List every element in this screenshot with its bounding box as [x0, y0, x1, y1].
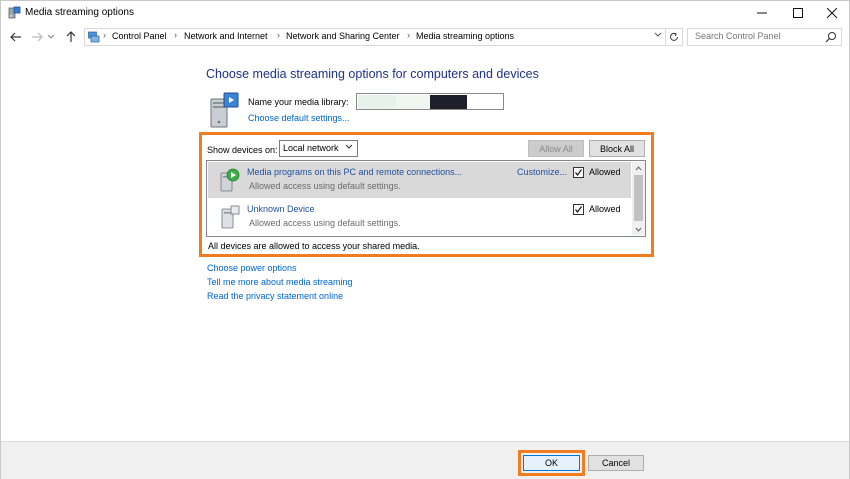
back-arrow-icon — [10, 32, 21, 42]
minimize-icon — [757, 12, 767, 14]
cancel-button[interactable]: Cancel — [588, 455, 644, 471]
allowed-label: Allowed — [589, 167, 621, 177]
allow-all-button[interactable]: Allow All — [528, 140, 584, 157]
device-status: Allowed access using default settings. — [249, 181, 401, 191]
breadcrumb-separator: › — [174, 30, 177, 40]
navigation-bar: › Control Panel › Network and Internet ›… — [1, 26, 849, 48]
title-bar: Media streaming options — [1, 1, 849, 25]
breadcrumb-separator: › — [103, 30, 106, 40]
refresh-icon — [670, 32, 678, 41]
chevron-up-icon — [635, 165, 642, 170]
devices-list: Media programs on this PC and remote con… — [206, 160, 646, 237]
address-dropdown-button[interactable] — [654, 30, 662, 40]
allowed-checkbox[interactable] — [573, 204, 584, 215]
checkmark-icon — [575, 169, 582, 176]
maximize-button[interactable] — [781, 1, 815, 25]
unknown-device-icon — [221, 205, 240, 229]
library-name-redaction — [430, 95, 467, 109]
device-name[interactable]: Unknown Device — [247, 204, 315, 214]
close-button[interactable] — [815, 1, 849, 25]
breadcrumb-media-streaming[interactable]: Media streaming options — [416, 31, 514, 41]
search-input[interactable]: Search Control Panel — [687, 28, 842, 46]
recent-locations-button[interactable] — [46, 29, 56, 45]
scroll-thumb[interactable] — [634, 175, 643, 221]
library-name-field[interactable] — [356, 93, 504, 110]
privacy-statement-link[interactable]: Read the privacy statement online — [207, 291, 343, 301]
chevron-down-icon — [47, 34, 55, 39]
library-name-label: Name your media library: — [248, 97, 349, 107]
forward-button[interactable] — [29, 29, 45, 45]
control-panel-icon — [88, 31, 100, 43]
ok-button[interactable]: OK — [523, 455, 580, 471]
breadcrumb-separator: › — [407, 30, 410, 40]
search-placeholder: Search Control Panel — [695, 31, 781, 41]
chevron-down-icon — [654, 32, 662, 37]
address-bar[interactable]: › Control Panel › Network and Internet ›… — [84, 28, 666, 46]
page-title: Choose media streaming options for compu… — [206, 67, 539, 81]
breadcrumb-separator: › — [277, 30, 280, 40]
show-devices-value: Local network — [283, 143, 339, 153]
list-item[interactable]: Media programs on this PC and remote con… — [208, 162, 631, 198]
customize-link[interactable]: Customize... — [517, 167, 567, 177]
up-button[interactable] — [63, 29, 79, 45]
media-server-icon — [210, 92, 239, 128]
library-name-redaction — [358, 95, 396, 109]
show-devices-label: Show devices on: — [207, 145, 278, 155]
forward-arrow-icon — [32, 32, 43, 42]
window-title: Media streaming options — [25, 7, 134, 18]
block-all-button[interactable]: Block All — [589, 140, 645, 157]
choose-default-settings-link[interactable]: Choose default settings... — [248, 113, 350, 123]
power-options-link[interactable]: Choose power options — [207, 263, 297, 273]
scroll-down-button[interactable] — [632, 223, 645, 235]
back-button[interactable] — [8, 29, 24, 45]
minimize-button[interactable] — [745, 1, 779, 25]
checkmark-icon — [575, 206, 582, 213]
device-name[interactable]: Media programs on this PC and remote con… — [247, 167, 462, 177]
close-icon — [827, 8, 837, 18]
learn-more-link[interactable]: Tell me more about media streaming — [207, 277, 353, 287]
media-streaming-window: Media streaming options › Control Panel … — [0, 0, 850, 479]
up-arrow-icon — [66, 31, 76, 42]
scroll-up-button[interactable] — [632, 162, 645, 174]
chevron-down-icon — [635, 227, 642, 232]
library-name-redaction — [396, 95, 430, 109]
maximize-icon — [793, 8, 803, 18]
chevron-down-icon — [345, 142, 353, 152]
show-devices-select[interactable]: Local network — [279, 140, 358, 157]
allowed-label: Allowed — [589, 204, 621, 214]
dialog-footer — [1, 441, 849, 479]
devices-scrollbar[interactable] — [632, 162, 645, 235]
breadcrumb-control-panel[interactable]: Control Panel — [112, 31, 167, 41]
breadcrumb-network-sharing-center[interactable]: Network and Sharing Center — [286, 31, 400, 41]
breadcrumb-network-internet[interactable]: Network and Internet — [184, 31, 268, 41]
search-icon — [825, 32, 836, 43]
refresh-button[interactable] — [666, 28, 683, 46]
media-program-icon — [220, 168, 240, 192]
list-item[interactable]: Unknown Device Allowed access using defa… — [208, 199, 631, 235]
devices-status-text: All devices are allowed to access your s… — [208, 241, 420, 251]
device-status: Allowed access using default settings. — [249, 218, 401, 228]
media-streaming-icon — [8, 6, 21, 19]
devices-panel: Show devices on: Local network Allow All… — [205, 138, 646, 253]
allowed-checkbox[interactable] — [573, 167, 584, 178]
